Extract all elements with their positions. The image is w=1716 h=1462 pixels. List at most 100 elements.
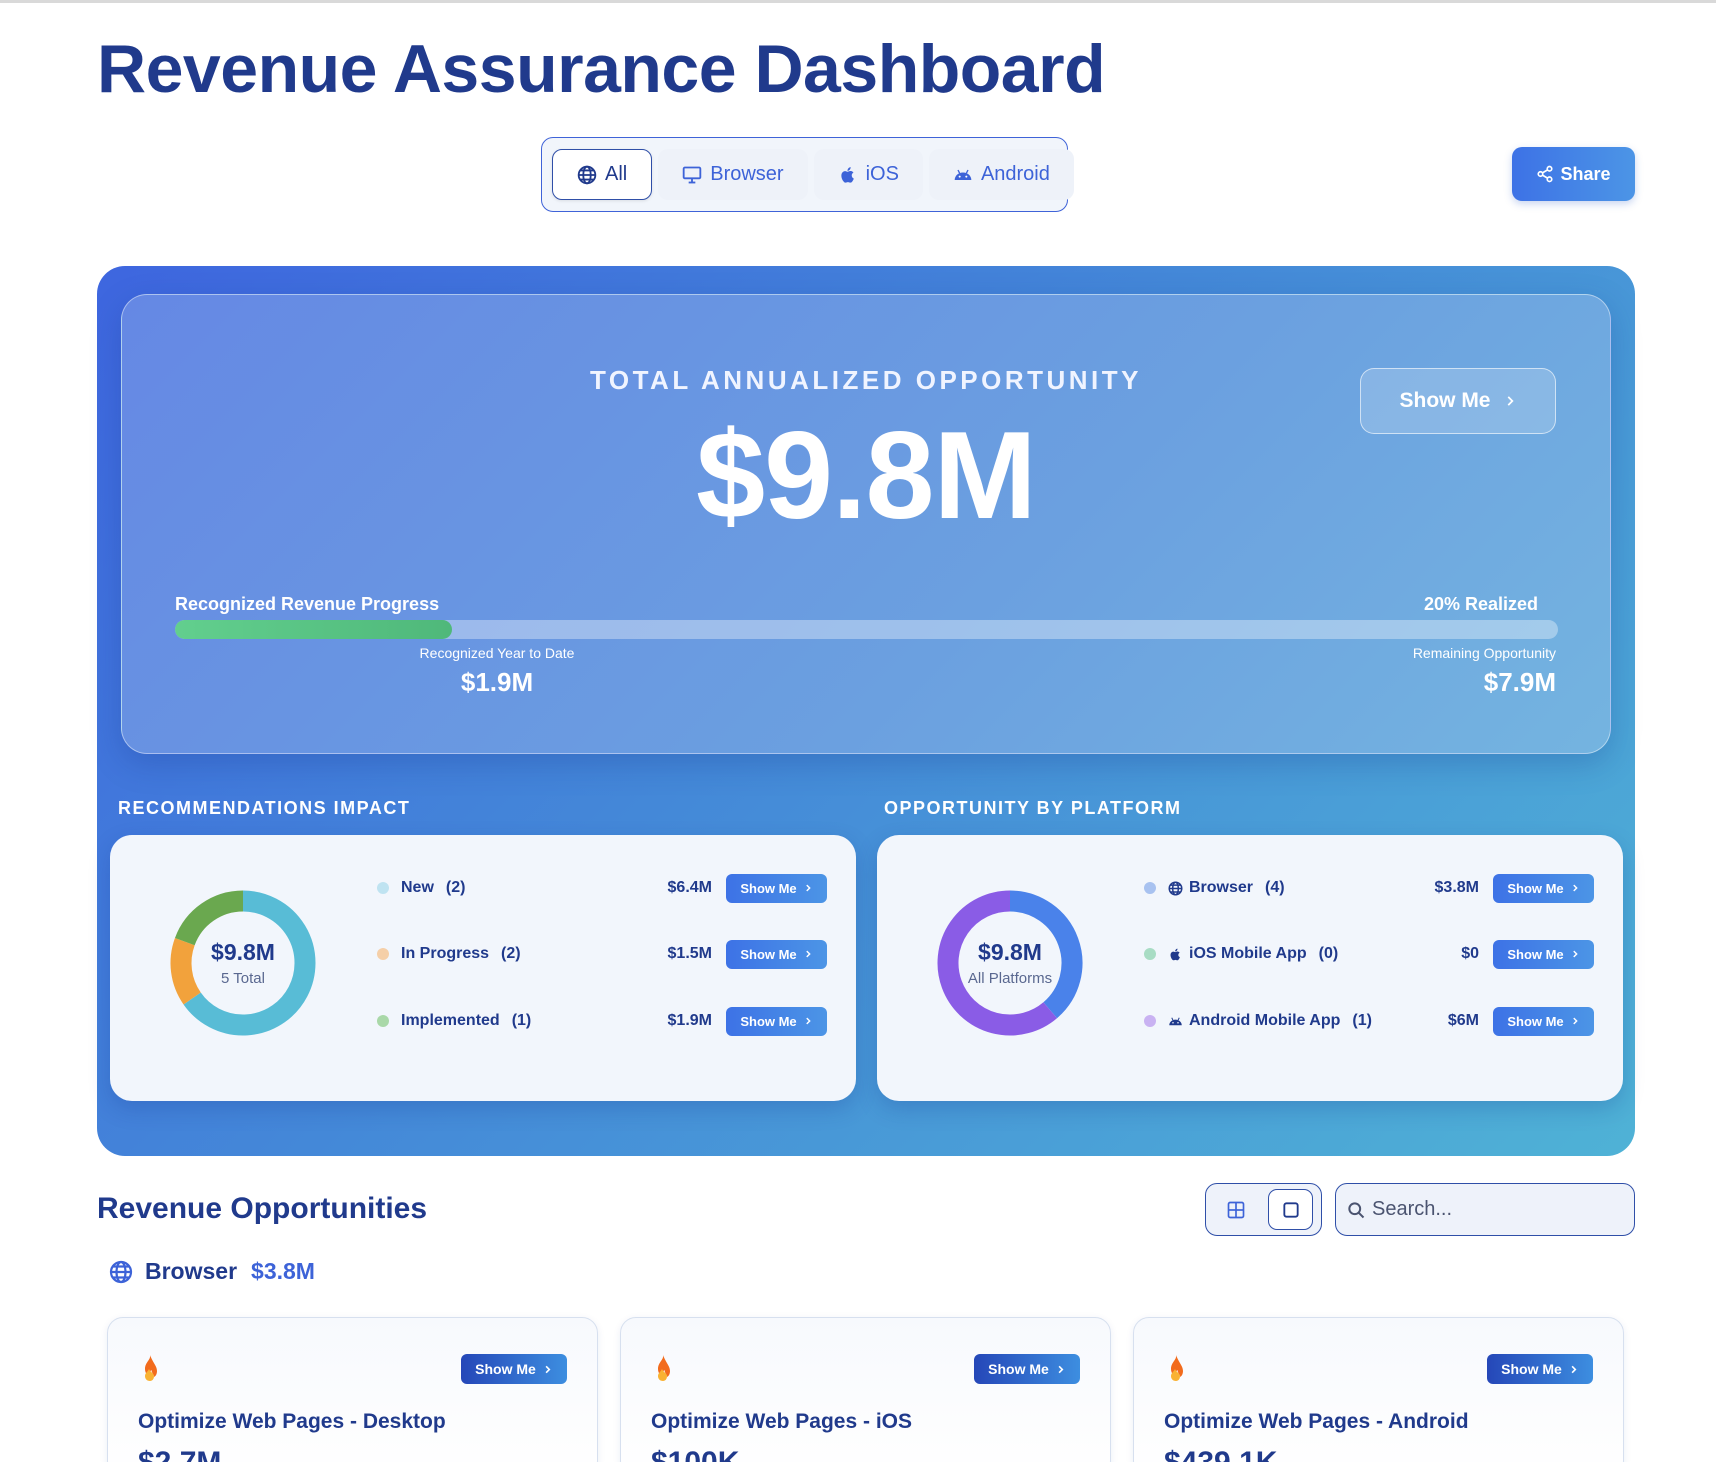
show-me-browser-button[interactable]: Show Me (1493, 873, 1594, 903)
legend-label-text: Android Mobile App (1189, 1012, 1341, 1029)
chevron-right-icon (1572, 1017, 1578, 1025)
legend-row-browser: Browser (4) $3.8M Show Me (1144, 873, 1594, 903)
legend-dot (377, 882, 389, 894)
group-header-browser: Browser $3.8M (109, 1258, 315, 1285)
chevron-right-icon (1507, 396, 1514, 406)
card-show-me-label: Show Me (988, 1361, 1049, 1377)
show-me-in-progress-button[interactable]: Show Me (726, 939, 827, 969)
view-toggle (1205, 1183, 1322, 1236)
flame-icon (145, 1355, 157, 1381)
legend-label-text: Browser (1189, 879, 1254, 896)
chevron-right-icon (1572, 884, 1578, 892)
tab-all[interactable]: All (552, 149, 653, 200)
legend-value: $6M (1447, 1012, 1479, 1029)
share-label: Share (1560, 163, 1611, 184)
hero-show-me-button[interactable]: Show Me (1360, 368, 1556, 434)
legend-label: Android Mobile App (1168, 1012, 1340, 1030)
legend-label: iOS Mobile App (1168, 945, 1307, 963)
platforms-panel: $9.8M All Platforms Browser (4) $3.8M Sh… (877, 835, 1623, 1101)
tab-browser[interactable]: Browser (658, 149, 808, 200)
card-title: Optimize Web Pages - Android (1164, 1410, 1469, 1433)
tab-ios-label: iOS (865, 163, 899, 185)
search-input[interactable] (1372, 1198, 1612, 1221)
page-title: Revenue Assurance Dashboard (97, 31, 1106, 107)
ytd-value: $1.9M (460, 667, 534, 697)
monitor-icon (682, 166, 702, 183)
card-show-me-button[interactable]: Show Me (974, 1354, 1080, 1384)
legend-label: In Progress (401, 945, 490, 962)
show-me-label: Show Me (1507, 880, 1564, 896)
show-me-label: Show Me (1507, 946, 1564, 962)
recommendations-total-value: $9.8M (211, 939, 275, 965)
flame-icon (658, 1355, 670, 1381)
opportunity-card[interactable]: Show Me Optimize Web Pages - Android $43… (1133, 1317, 1624, 1462)
recommendations-panel: $9.8M 5 Total New (2) $6.4M Show Me In P… (110, 835, 856, 1101)
legend-dot (1144, 948, 1156, 960)
opportunity-card[interactable]: Show Me Optimize Web Pages - iOS $100K (620, 1317, 1111, 1462)
chevron-right-icon (545, 1365, 551, 1373)
platforms-title: OPPORTUNITY BY PLATFORM (884, 798, 1182, 818)
apple-icon (840, 166, 854, 183)
chevron-right-icon (805, 884, 811, 892)
progress-bar (175, 620, 1558, 639)
card-show-me-button[interactable]: Show Me (461, 1354, 567, 1384)
show-me-label: Show Me (1507, 1013, 1564, 1029)
legend-label-text: iOS Mobile App (1189, 945, 1307, 962)
ytd-label: Recognized Year to Date (419, 645, 575, 661)
card-title: Optimize Web Pages - iOS (651, 1410, 913, 1433)
legend-value: $6.4M (667, 879, 712, 896)
show-me-ios-button[interactable]: Show Me (1493, 939, 1594, 969)
progress-title: Recognized Revenue Progress (175, 594, 440, 614)
legend-dot (377, 948, 389, 960)
card-show-me-button[interactable]: Show Me (1487, 1354, 1593, 1384)
apple-icon (1170, 948, 1180, 960)
legend-count: (0) (1318, 945, 1339, 962)
card-show-me-label: Show Me (475, 1361, 536, 1377)
show-me-android-button[interactable]: Show Me (1493, 1006, 1594, 1036)
recommendations-title: RECOMMENDATIONS IMPACT (118, 798, 411, 818)
android-icon (954, 169, 972, 180)
hero-show-me-label: Show Me (1399, 389, 1491, 412)
globe-icon (577, 165, 597, 184)
legend-label: Implemented (401, 1012, 500, 1029)
flame-icon (1171, 1355, 1183, 1381)
android-icon (1169, 1017, 1182, 1025)
legend-count: (4) (1265, 879, 1285, 896)
revenue-opportunities-title: Revenue Opportunities (97, 1192, 428, 1225)
card-value: $439.1K (1164, 1446, 1277, 1462)
group-name: Browser (145, 1258, 238, 1284)
remaining-value: $7.9M (1483, 667, 1556, 697)
chevron-right-icon (1572, 950, 1578, 958)
show-me-new-button[interactable]: Show Me (726, 873, 827, 903)
show-me-implemented-button[interactable]: Show Me (726, 1006, 827, 1036)
show-me-label: Show Me (740, 946, 797, 962)
legend-count: (1) (1352, 1012, 1372, 1029)
progress-fill (175, 620, 452, 639)
tab-ios[interactable]: iOS (813, 149, 923, 200)
share-icon (1537, 165, 1554, 183)
legend-value: $1.5M (667, 945, 712, 962)
grid-icon (1227, 1201, 1245, 1218)
platform-filter: All Browser iOS Android (541, 137, 1074, 212)
card-value: $100K (651, 1446, 739, 1462)
opportunity-card[interactable]: Show Me Optimize Web Pages - Desktop $2.… (107, 1317, 598, 1462)
legend-count: (2) (445, 879, 466, 896)
search-box (1335, 1183, 1635, 1236)
legend-row-new: New (2) $6.4M Show Me (377, 873, 827, 903)
single-view-button[interactable] (1268, 1189, 1313, 1230)
legend-value: $3.8M (1434, 879, 1479, 896)
legend-label: New (401, 879, 434, 896)
globe-icon (1168, 881, 1183, 895)
legend-label: Browser (1168, 879, 1253, 897)
legend-row-in-progress: In Progress (2) $1.5M Show Me (377, 939, 827, 969)
hero-panel: TOTAL ANNUALIZED OPPORTUNITY $9.8M Show … (97, 266, 1635, 1156)
top-border (0, 0, 1716, 3)
tab-android[interactable]: Android (928, 149, 1074, 200)
progress-realized: 20% Realized (1423, 594, 1538, 614)
recommendations-total-count: 5 Total (221, 970, 265, 987)
search-icon (1348, 1201, 1365, 1218)
legend-dot (1144, 882, 1156, 894)
grid-view-button[interactable] (1214, 1189, 1258, 1230)
share-button[interactable]: Share (1512, 147, 1635, 201)
show-me-label: Show Me (740, 880, 797, 896)
